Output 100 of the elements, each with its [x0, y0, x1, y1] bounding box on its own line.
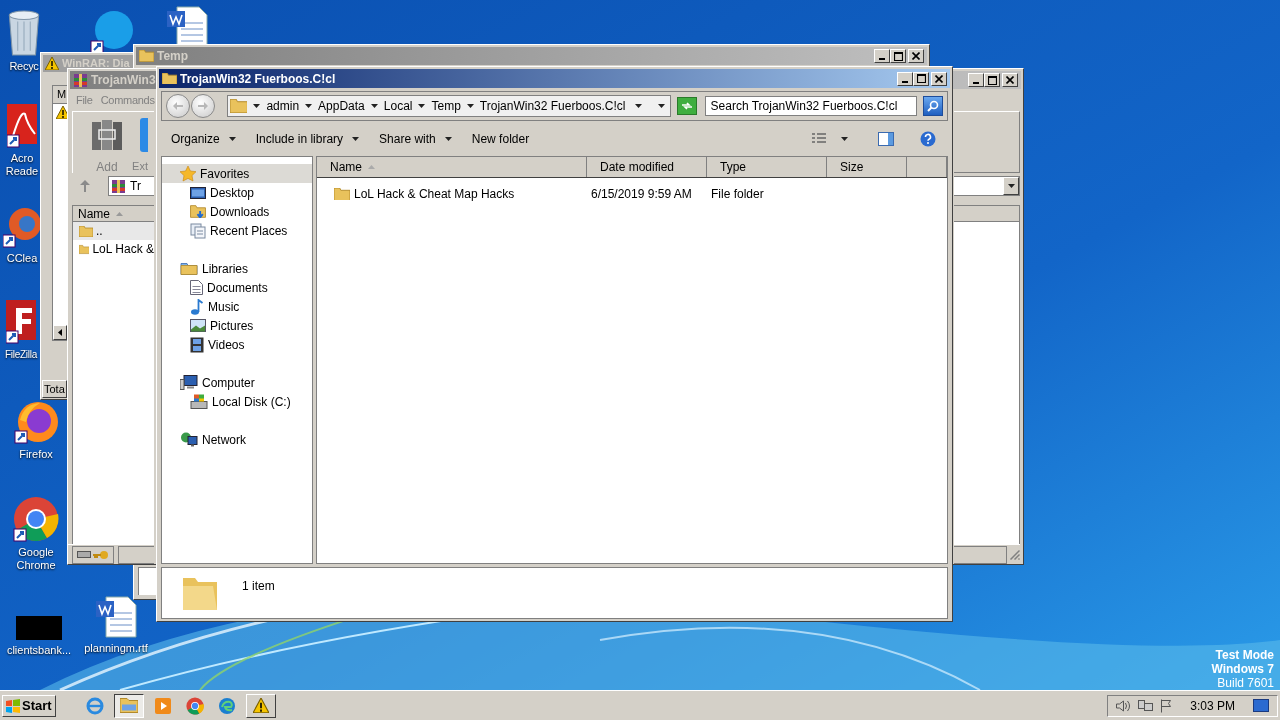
maximize-button[interactable] [913, 71, 929, 86]
desktop-icon-label[interactable]: Google Chrome [4, 546, 68, 572]
caret-icon [228, 136, 236, 141]
address-field[interactable]: Tr [108, 176, 154, 196]
start-button[interactable]: Start [2, 694, 56, 717]
search-button[interactable] [923, 96, 943, 116]
minimize-icon [879, 58, 885, 60]
search-field[interactable]: Search TrojanWin32 Fuerboos.C!cl [704, 96, 918, 116]
nav-item[interactable]: Favorites [162, 164, 313, 183]
toolbar-button[interactable]: Include in library [255, 129, 360, 148]
breadcrumb-item[interactable]: AppData [318, 97, 365, 115]
desktop-text: Windows 7 [1211, 662, 1274, 676]
back-button[interactable] [166, 94, 190, 118]
dropdown-button[interactable] [1003, 177, 1019, 195]
clock[interactable]: 3:03 PM [1190, 696, 1235, 715]
taskbar-button[interactable] [113, 693, 144, 718]
item-count: 1 item [242, 578, 275, 595]
chevron-icon [370, 104, 378, 108]
nav-item[interactable]: Local Disk (C:) [162, 392, 313, 411]
breadcrumb-item[interactable]: admin [266, 97, 300, 115]
file-name[interactable]: LoL Hack & Cheat Map Hacks [354, 185, 515, 203]
breadcrumb-item[interactable]: Temp [431, 97, 461, 115]
up-arrow-icon [80, 180, 90, 192]
column-header[interactable]: Name [317, 157, 587, 177]
total-button[interactable]: Tota [42, 380, 67, 398]
nav-item[interactable]: Libraries [162, 259, 313, 278]
nav-item[interactable]: Pictures [162, 316, 313, 335]
view-options-button[interactable] [811, 132, 848, 145]
maximize-button[interactable] [984, 73, 1000, 87]
sort-arrow-icon [116, 211, 123, 216]
minimize-icon [973, 82, 979, 84]
column-header[interactable]: M [57, 86, 67, 103]
chevron-icon [466, 104, 474, 108]
desktop-icon-label[interactable]: Firefox [19, 448, 53, 461]
column-header[interactable] [954, 206, 1019, 222]
desktop-icon-label[interactable]: planningm.rtf [84, 642, 148, 655]
flag-icon[interactable] [1161, 698, 1173, 713]
chevron-icon [305, 104, 313, 108]
left-arrow-icon [58, 329, 62, 336]
speaker-icon[interactable] [1116, 699, 1131, 712]
caret-icon [1007, 184, 1015, 188]
file-name[interactable]: .. [96, 222, 103, 240]
nav-item[interactable]: Music [162, 297, 313, 316]
minimize-button[interactable] [968, 73, 984, 87]
nav-item[interactable]: Computer [162, 373, 313, 392]
breadcrumb-item[interactable]: TrojanWin32 Fuerboos.C!cl [479, 97, 626, 115]
file-name[interactable]: LoL Hack & [92, 240, 154, 258]
minimize-button[interactable] [874, 49, 890, 63]
status-field [954, 545, 1007, 564]
close-button[interactable] [931, 71, 947, 86]
media-player-icon [154, 697, 171, 714]
resize-grip-icon[interactable] [1009, 549, 1020, 560]
maximize-icon [893, 51, 903, 61]
right-arrow-icon [198, 102, 208, 110]
nav-item[interactable]: Recent Places [162, 221, 313, 240]
desktop-icon-label[interactable]: Acro Reade [4, 152, 40, 178]
address-field[interactable] [954, 176, 1020, 196]
nav-item[interactable]: Desktop [162, 183, 313, 202]
folder-icon [119, 698, 138, 713]
libraries-icon [180, 262, 198, 275]
chevron-icon [253, 104, 261, 108]
desktop-icon-label[interactable]: CClea [6, 252, 38, 265]
minimize-button[interactable] [897, 71, 913, 86]
maximize-button[interactable] [890, 49, 906, 63]
warning-icon [56, 106, 70, 119]
nav-item[interactable]: Network [162, 430, 313, 449]
desktop-icon-label[interactable]: Recyc [9, 60, 39, 73]
desktop-icon-label[interactable]: clientsbank... [6, 644, 72, 657]
books-icon [91, 118, 123, 152]
window-title: TrojanWin3 [91, 72, 156, 89]
search-icon [927, 100, 940, 112]
nav-item[interactable]: Downloads [162, 202, 313, 221]
maximize-icon [916, 74, 926, 83]
close-button[interactable] [1002, 73, 1018, 87]
desktop-icon-label[interactable]: FileZilla [4, 348, 38, 361]
nav-item[interactable]: Videos [162, 335, 313, 354]
forward-button[interactable] [191, 94, 215, 118]
column-header[interactable]: Size [827, 157, 907, 177]
warning-icon [45, 57, 59, 70]
breadcrumb-item[interactable]: Local [383, 97, 413, 115]
toolbar-button[interactable]: New folder [471, 129, 530, 148]
help-button[interactable] [920, 130, 936, 147]
address-bar[interactable]: admin AppData Local Temp TrojanWin32 Fuerboos.C!cl [227, 95, 671, 117]
close-button[interactable] [908, 49, 924, 63]
refresh-button[interactable] [677, 97, 697, 115]
caret-icon [352, 136, 360, 141]
toolbar-button[interactable]: Organize [171, 129, 236, 148]
scroll-left-button[interactable] [53, 325, 67, 340]
column-header[interactable]: Date modified [587, 157, 707, 177]
downloads-folder-icon [190, 205, 206, 218]
help-icon [920, 130, 936, 147]
warning-icon [252, 698, 269, 713]
browser-icon [85, 696, 104, 715]
drive-icon [77, 551, 91, 558]
film-strip-icon [190, 336, 204, 353]
toolbar-button[interactable]: Share with [379, 129, 452, 148]
column-header[interactable]: Type [707, 157, 827, 177]
nav-item[interactable]: Documents [162, 278, 313, 297]
preview-pane-button[interactable] [878, 131, 894, 146]
network-icon[interactable] [1138, 700, 1154, 711]
